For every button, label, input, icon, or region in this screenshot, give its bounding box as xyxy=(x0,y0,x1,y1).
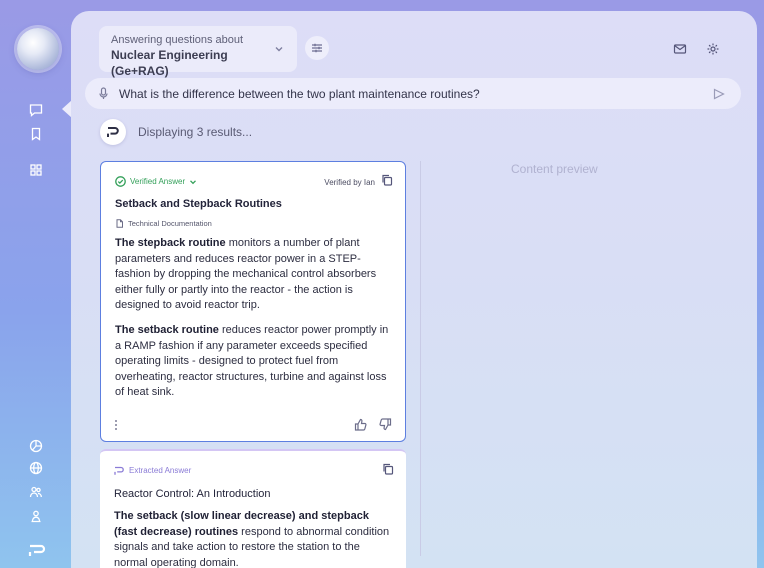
result-card[interactable]: Verified Answer Verified by Ian Setback … xyxy=(100,161,406,442)
card-title: Setback and Stepback Routines xyxy=(115,198,282,210)
sliders-icon xyxy=(311,42,323,54)
check-circle-icon xyxy=(115,176,126,187)
document-icon xyxy=(116,219,123,228)
verified-by-label: Verified by Ian xyxy=(324,178,375,187)
context-caption: Answering questions about xyxy=(111,34,244,46)
bookmark-icon[interactable] xyxy=(28,126,44,142)
thumbs-up-icon[interactable] xyxy=(354,418,368,432)
chat-icon[interactable] xyxy=(28,102,44,118)
settings-gear-icon[interactable] xyxy=(705,41,721,57)
column-divider xyxy=(420,161,421,556)
query-bar[interactable]: What is the difference between the two p… xyxy=(85,78,741,109)
knowledge-context-selector[interactable]: Answering questions about Nuclear Engine… xyxy=(99,26,297,78)
verified-answer-badge[interactable]: Verified Answer xyxy=(115,176,201,187)
card-title: Reactor Control: An Introduction xyxy=(114,488,271,500)
brand-logo-icon[interactable] xyxy=(27,540,47,558)
users-icon[interactable] xyxy=(28,484,44,500)
more-options-icon[interactable] xyxy=(115,419,121,431)
content-preview-label: Content preview xyxy=(511,162,598,176)
results-status: Displaying 3 results... xyxy=(100,119,252,145)
query-text[interactable]: What is the difference between the two p… xyxy=(119,87,480,101)
copy-icon[interactable] xyxy=(381,173,395,187)
source-text: Technical Documentation xyxy=(128,219,212,228)
extracted-answer-badge[interactable]: Extracted Answer xyxy=(114,465,191,476)
badge-label: Extracted Answer xyxy=(129,466,192,475)
left-rail xyxy=(0,0,72,568)
chevron-down-icon xyxy=(273,42,285,54)
microphone-icon[interactable] xyxy=(97,87,111,101)
answer-paragraph: The setback (slow linear decrease) and s… xyxy=(114,509,392,568)
send-icon[interactable] xyxy=(713,87,727,101)
filter-settings-button[interactable] xyxy=(305,36,329,60)
assistant-orb-avatar[interactable] xyxy=(17,28,59,70)
brand-logo-icon xyxy=(114,466,124,475)
answer-paragraph: The stepback routine monitors a number o… xyxy=(115,236,393,314)
brand-logo-icon xyxy=(100,119,126,145)
thumbs-down-icon[interactable] xyxy=(379,418,393,432)
chart-pie-icon[interactable] xyxy=(28,438,44,454)
globe-icon[interactable] xyxy=(28,460,44,476)
grid-icon[interactable] xyxy=(28,162,44,178)
copy-icon[interactable] xyxy=(382,462,396,476)
badge-label: Verified Answer xyxy=(130,177,186,186)
mail-icon[interactable] xyxy=(672,41,688,57)
result-card[interactable]: Extracted Answer Reactor Control: An Int… xyxy=(100,449,406,568)
answer-paragraph: The setback routine reduces reactor powe… xyxy=(115,323,393,401)
chevron-down-icon xyxy=(190,179,197,184)
user-icon[interactable] xyxy=(28,508,44,524)
status-text: Displaying 3 results... xyxy=(138,125,253,139)
answer-term: The setback routine xyxy=(115,324,219,336)
main-panel: Answering questions about Nuclear Engine… xyxy=(71,11,757,568)
answer-term: The stepback routine xyxy=(115,237,226,249)
source-label: Technical Documentation xyxy=(115,219,212,228)
context-name: Nuclear Engineering (Ge+RAG) xyxy=(111,48,228,78)
